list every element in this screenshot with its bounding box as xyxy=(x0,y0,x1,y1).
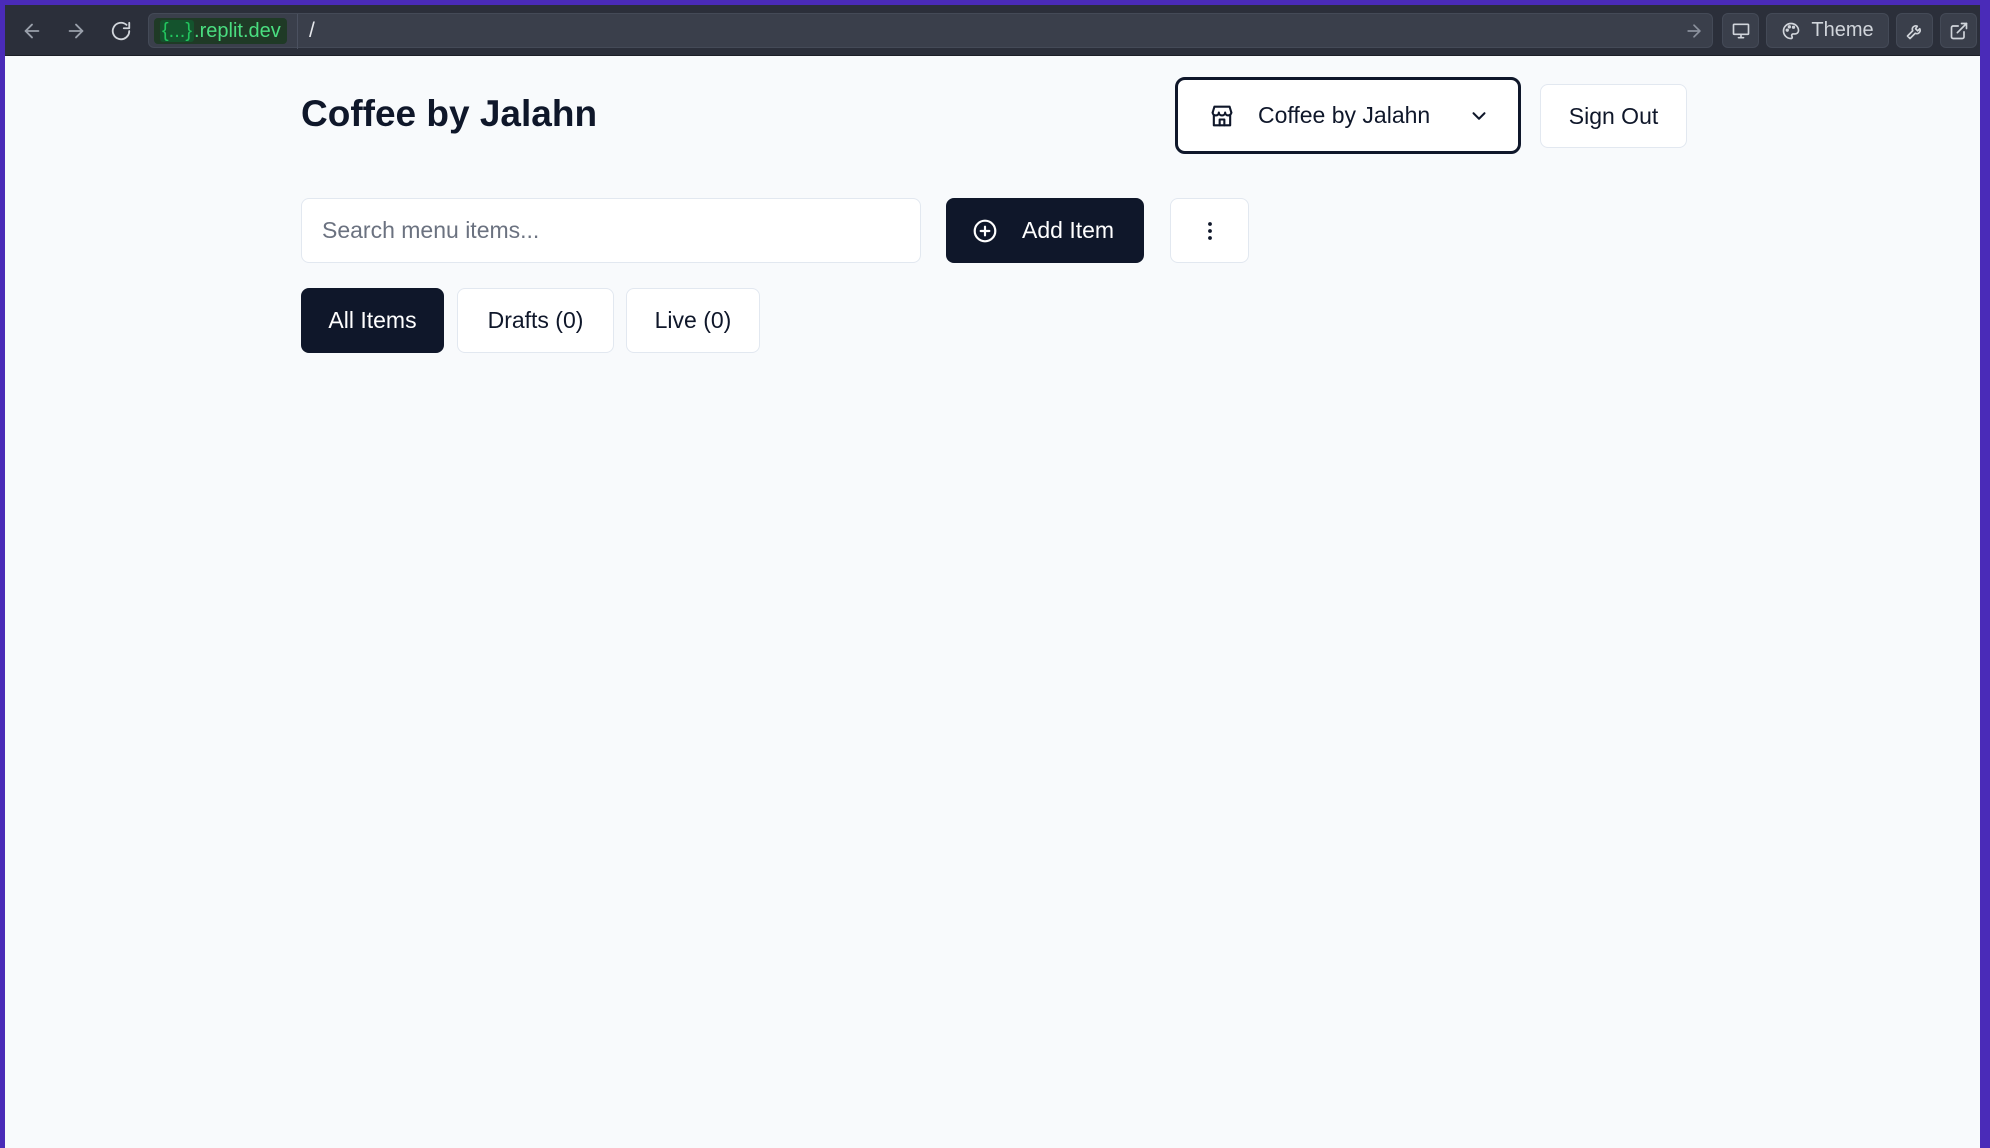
go-arrow-icon[interactable] xyxy=(1684,21,1704,41)
wrench-icon[interactable] xyxy=(1896,13,1933,48)
add-item-label: Add Item xyxy=(1022,217,1115,243)
more-options-button[interactable] xyxy=(1170,198,1249,263)
forward-arrow-icon[interactable] xyxy=(62,17,90,45)
store-selector-label: Coffee by Jalahn xyxy=(1258,102,1431,128)
sign-out-button[interactable]: Sign Out xyxy=(1540,84,1687,148)
store-selector[interactable]: Coffee by Jalahn xyxy=(1175,77,1521,154)
search-input[interactable] xyxy=(301,198,921,263)
more-vertical-icon xyxy=(1207,221,1212,240)
address-bar[interactable]: {...} .replit.dev / xyxy=(148,13,1713,49)
url-host-suffix: .replit.dev xyxy=(194,20,281,42)
store-icon xyxy=(1211,105,1233,126)
url-divider xyxy=(297,14,298,49)
external-link-icon[interactable] xyxy=(1940,13,1977,48)
reload-icon[interactable] xyxy=(107,17,135,45)
theme-button[interactable]: Theme xyxy=(1766,13,1889,48)
app-window: {...} .replit.dev / Theme Coffee by Jalah… xyxy=(5,5,1980,1148)
plus-circle-icon xyxy=(973,219,997,242)
chevron-down-icon xyxy=(1472,111,1486,120)
filter-live[interactable]: Live (0) xyxy=(626,288,760,353)
browser-toolbar: {...} .replit.dev / Theme xyxy=(5,5,1980,56)
filter-all-items[interactable]: All Items xyxy=(301,288,444,353)
palette-icon xyxy=(1783,22,1800,39)
url-host: {...} .replit.dev xyxy=(154,18,287,44)
back-arrow-icon[interactable] xyxy=(18,17,46,45)
url-path: / xyxy=(309,19,315,42)
device-icon[interactable] xyxy=(1722,13,1759,48)
add-item-button[interactable]: Add Item xyxy=(946,198,1144,263)
url-host-prefix: {...} xyxy=(160,20,195,42)
filter-drafts[interactable]: Drafts (0) xyxy=(457,288,614,353)
page-title: Coffee by Jalahn xyxy=(301,93,598,134)
theme-label: Theme xyxy=(1811,19,1874,41)
